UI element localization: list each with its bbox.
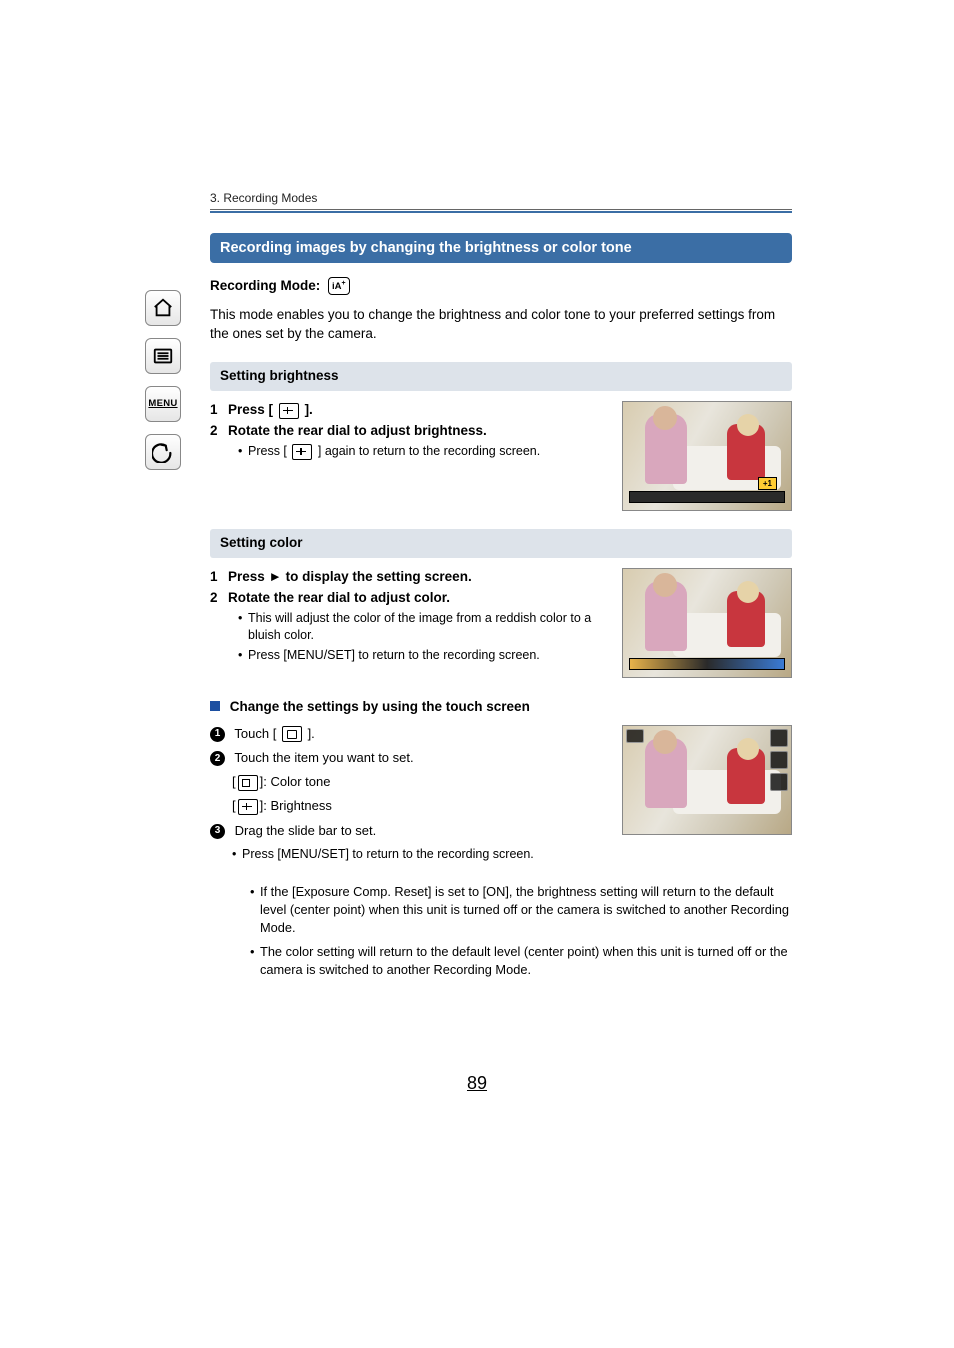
exposure-comp-icon xyxy=(279,403,299,419)
ia-plus-icon: iA+ xyxy=(328,277,350,295)
footnote-2: The color setting will return to the def… xyxy=(250,943,792,979)
home-icon xyxy=(152,297,174,319)
brightness-button-icon xyxy=(238,799,258,815)
recording-mode-label: Recording Mode: xyxy=(210,278,320,293)
touch-subheading: Change the settings by using the touch s… xyxy=(230,699,530,714)
footnote-1: If the [Exposure Comp. Reset] is set to … xyxy=(250,883,792,937)
list-icon xyxy=(152,345,174,367)
touch-step-3-sub: Press [MENU/SET] to return to the record… xyxy=(232,846,610,864)
touch-step-2: 2 Touch the item you want to set. xyxy=(210,749,610,767)
color-step-2-sub1: This will adjust the color of the image … xyxy=(238,610,610,645)
nav-toc-button[interactable] xyxy=(145,338,181,374)
brightness-step-2: Rotate the rear dial to adjust brightnes… xyxy=(228,422,487,441)
touch-option-brightness: []: Brightness xyxy=(210,797,610,815)
color-step-2: Rotate the rear dial to adjust color. xyxy=(228,589,450,608)
brightness-step-2-sub: Press [ ] again to return to the recordi… xyxy=(238,443,610,461)
nav-menu-button[interactable]: MENU xyxy=(145,386,181,422)
bullet-square-icon xyxy=(210,701,220,711)
intro-paragraph: This mode enables you to change the brig… xyxy=(210,306,792,344)
touch-step-1: 1 Touch [ ]. xyxy=(210,725,610,743)
color-scale-icon xyxy=(629,658,785,670)
subheading-brightness: Setting brightness xyxy=(210,362,792,391)
subheading-color: Setting color xyxy=(210,529,792,558)
menu-label: MENU xyxy=(148,397,177,410)
circled-2-icon: 2 xyxy=(210,751,225,766)
overlay-mode-icon xyxy=(626,729,644,743)
exposure-scale-icon xyxy=(629,491,785,503)
touch-step-3: 3 Drag the slide bar to set. xyxy=(210,822,610,840)
footnotes: If the [Exposure Comp. Reset] is set to … xyxy=(210,883,792,979)
section-heading: Recording images by changing the brightn… xyxy=(210,233,792,263)
touch-example-image xyxy=(622,725,792,835)
ia-touch-icon xyxy=(282,726,302,742)
brightness-step-1: Press [ ]. xyxy=(228,401,313,420)
content-column: 3. Recording Modes Recording images by c… xyxy=(210,190,792,992)
circled-1-icon: 1 xyxy=(210,727,225,742)
touch-option-color-tone: []: Color tone xyxy=(210,773,610,791)
sidebar-nav: MENU xyxy=(145,290,185,482)
color-step-1: Press ► to display the setting screen. xyxy=(228,568,472,587)
color-tone-button-icon xyxy=(238,775,258,791)
page-number[interactable]: 89 xyxy=(0,1071,954,1096)
nav-back-button[interactable] xyxy=(145,434,181,470)
circled-3-icon: 3 xyxy=(210,824,225,839)
exposure-comp-icon xyxy=(292,444,312,460)
brightness-example-image: +1 xyxy=(622,401,792,511)
touch-panel-buttons xyxy=(770,729,788,795)
divider-accent xyxy=(210,211,792,213)
color-step-2-sub2: Press [MENU/SET] to return to the record… xyxy=(238,647,610,665)
back-arrow-icon xyxy=(152,441,174,463)
nav-home-button[interactable] xyxy=(145,290,181,326)
divider xyxy=(210,209,792,210)
exposure-value-badge: +1 xyxy=(758,477,777,490)
color-example-image xyxy=(622,568,792,678)
chapter-label: 3. Recording Modes xyxy=(210,190,792,207)
recording-mode-line: Recording Mode: iA+ xyxy=(210,277,792,296)
